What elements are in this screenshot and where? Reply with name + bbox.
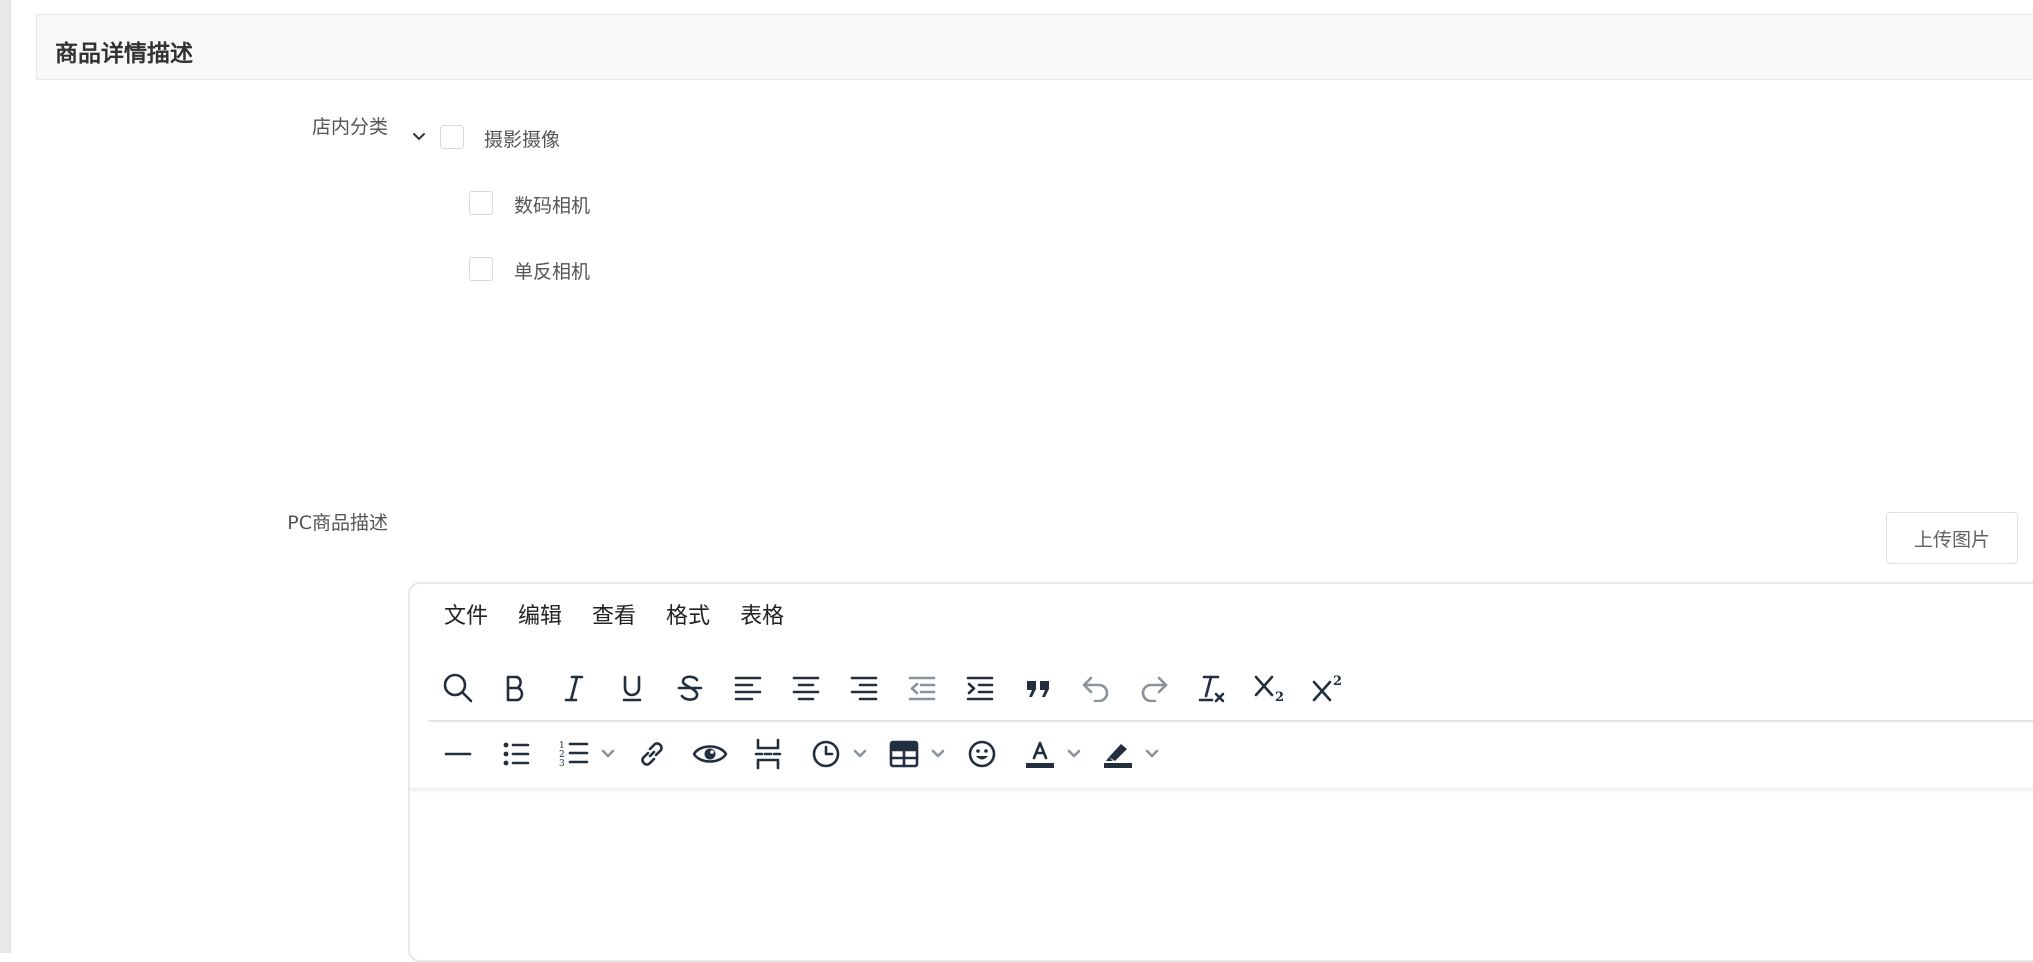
upload-image-button[interactable]: 上传图片: [1886, 512, 2018, 564]
bullet-list-button[interactable]: [492, 730, 540, 778]
highlight-color-dropdown[interactable]: [1142, 730, 1162, 778]
table-button[interactable]: [880, 730, 928, 778]
section-title: 商品详情描述: [55, 41, 193, 67]
link-icon: [637, 739, 667, 769]
align-right-button[interactable]: [840, 664, 888, 712]
numbered-list-dropdown[interactable]: [598, 730, 618, 778]
subscript-button[interactable]: 2: [1246, 664, 1294, 712]
page-break-button[interactable]: [744, 730, 792, 778]
search-replace-button[interactable]: [434, 664, 482, 712]
svg-text:3: 3: [559, 759, 565, 769]
strikethrough-button[interactable]: [666, 664, 714, 712]
redo-icon: [1139, 674, 1169, 702]
link-button[interactable]: [628, 730, 676, 778]
italic-icon: [562, 673, 586, 703]
blockquote-button[interactable]: [1014, 664, 1062, 712]
category-child-label-2[interactable]: 单反相机: [514, 257, 590, 284]
align-right-icon: [850, 675, 878, 701]
tree-expand-toggle[interactable]: [410, 128, 428, 146]
category-checkbox-child-1[interactable]: [469, 191, 493, 215]
clear-format-icon: [1196, 672, 1228, 704]
text-color-icon: [1024, 738, 1056, 770]
editor-toolbar-row-2: 123: [434, 722, 1172, 786]
search-icon: [442, 672, 474, 704]
menu-table[interactable]: 表格: [740, 598, 784, 630]
menu-file[interactable]: 文件: [444, 598, 488, 630]
text-color-button[interactable]: [1016, 730, 1064, 778]
blockquote-icon: [1024, 676, 1052, 700]
insert-time-split: [802, 730, 870, 778]
table-split: [880, 730, 948, 778]
indent-icon: [966, 675, 994, 701]
category-child-label-1[interactable]: 数码相机: [514, 191, 590, 218]
left-edge-bar: [0, 0, 11, 953]
chevron-down-icon: [1145, 749, 1159, 759]
category-parent-label[interactable]: 摄影摄像: [484, 125, 560, 152]
svg-text:2: 2: [1275, 690, 1284, 703]
editor-content-area[interactable]: [412, 796, 2032, 946]
clear-format-button[interactable]: [1188, 664, 1236, 712]
page-break-icon: [754, 738, 782, 770]
editor-toolbar-row-1: 2 2: [434, 656, 1362, 720]
bold-icon: [503, 673, 529, 703]
emoticons-icon: [967, 739, 997, 769]
menu-format[interactable]: 格式: [666, 598, 710, 630]
text-color-split: [1016, 730, 1084, 778]
italic-button[interactable]: [550, 664, 598, 712]
bullet-list-icon: [502, 741, 530, 767]
chevron-down-icon: [931, 749, 945, 759]
underline-button[interactable]: [608, 664, 656, 712]
superscript-button[interactable]: 2: [1304, 664, 1352, 712]
chevron-down-icon: [853, 749, 867, 759]
numbered-list-icon: 123: [559, 739, 589, 769]
numbered-list-split: 123: [550, 730, 618, 778]
highlight-color-button[interactable]: [1094, 730, 1142, 778]
emoticons-button[interactable]: [958, 730, 1006, 778]
horizontal-rule-button[interactable]: [434, 730, 482, 778]
align-left-icon: [734, 675, 762, 701]
subscript-icon: 2: [1253, 673, 1287, 703]
svg-text:2: 2: [1333, 674, 1342, 689]
undo-button[interactable]: [1072, 664, 1120, 712]
preview-icon: [692, 742, 728, 766]
superscript-icon: 2: [1311, 673, 1345, 703]
chevron-down-icon: [601, 749, 615, 759]
category-label: 店内分类: [311, 116, 388, 138]
highlight-color-split: [1094, 730, 1162, 778]
insert-time-icon: [811, 739, 841, 769]
numbered-list-button[interactable]: 123: [550, 730, 598, 778]
undo-icon: [1081, 674, 1111, 702]
editor-menubar: 文件 编辑 查看 格式 表格: [410, 584, 814, 644]
redo-button[interactable]: [1130, 664, 1178, 712]
text-color-dropdown[interactable]: [1064, 730, 1084, 778]
indent-button[interactable]: [956, 664, 1004, 712]
insert-time-button[interactable]: [802, 730, 850, 778]
table-dropdown[interactable]: [928, 730, 948, 778]
insert-time-dropdown[interactable]: [850, 730, 870, 778]
outdent-button[interactable]: [898, 664, 946, 712]
outdent-icon: [908, 675, 936, 701]
toolbar-shadow: [410, 788, 2033, 794]
bold-button[interactable]: [492, 664, 540, 712]
pc-description-label: PC商品描述: [287, 512, 388, 534]
chevron-down-icon: [412, 132, 426, 142]
horizontal-rule-icon: [444, 751, 472, 757]
section-header: 商品详情描述: [36, 14, 2033, 80]
table-icon: [889, 740, 919, 768]
underline-icon: [619, 673, 645, 703]
menu-edit[interactable]: 编辑: [518, 598, 562, 630]
highlight-color-icon: [1102, 738, 1134, 770]
align-center-button[interactable]: [782, 664, 830, 712]
menu-view[interactable]: 查看: [592, 598, 636, 630]
align-center-icon: [792, 675, 820, 701]
align-left-button[interactable]: [724, 664, 772, 712]
chevron-down-icon: [1067, 749, 1081, 759]
category-checkbox-child-2[interactable]: [469, 257, 493, 281]
strikethrough-icon: [676, 673, 704, 703]
preview-button[interactable]: [686, 730, 734, 778]
category-checkbox-parent[interactable]: [440, 125, 464, 149]
